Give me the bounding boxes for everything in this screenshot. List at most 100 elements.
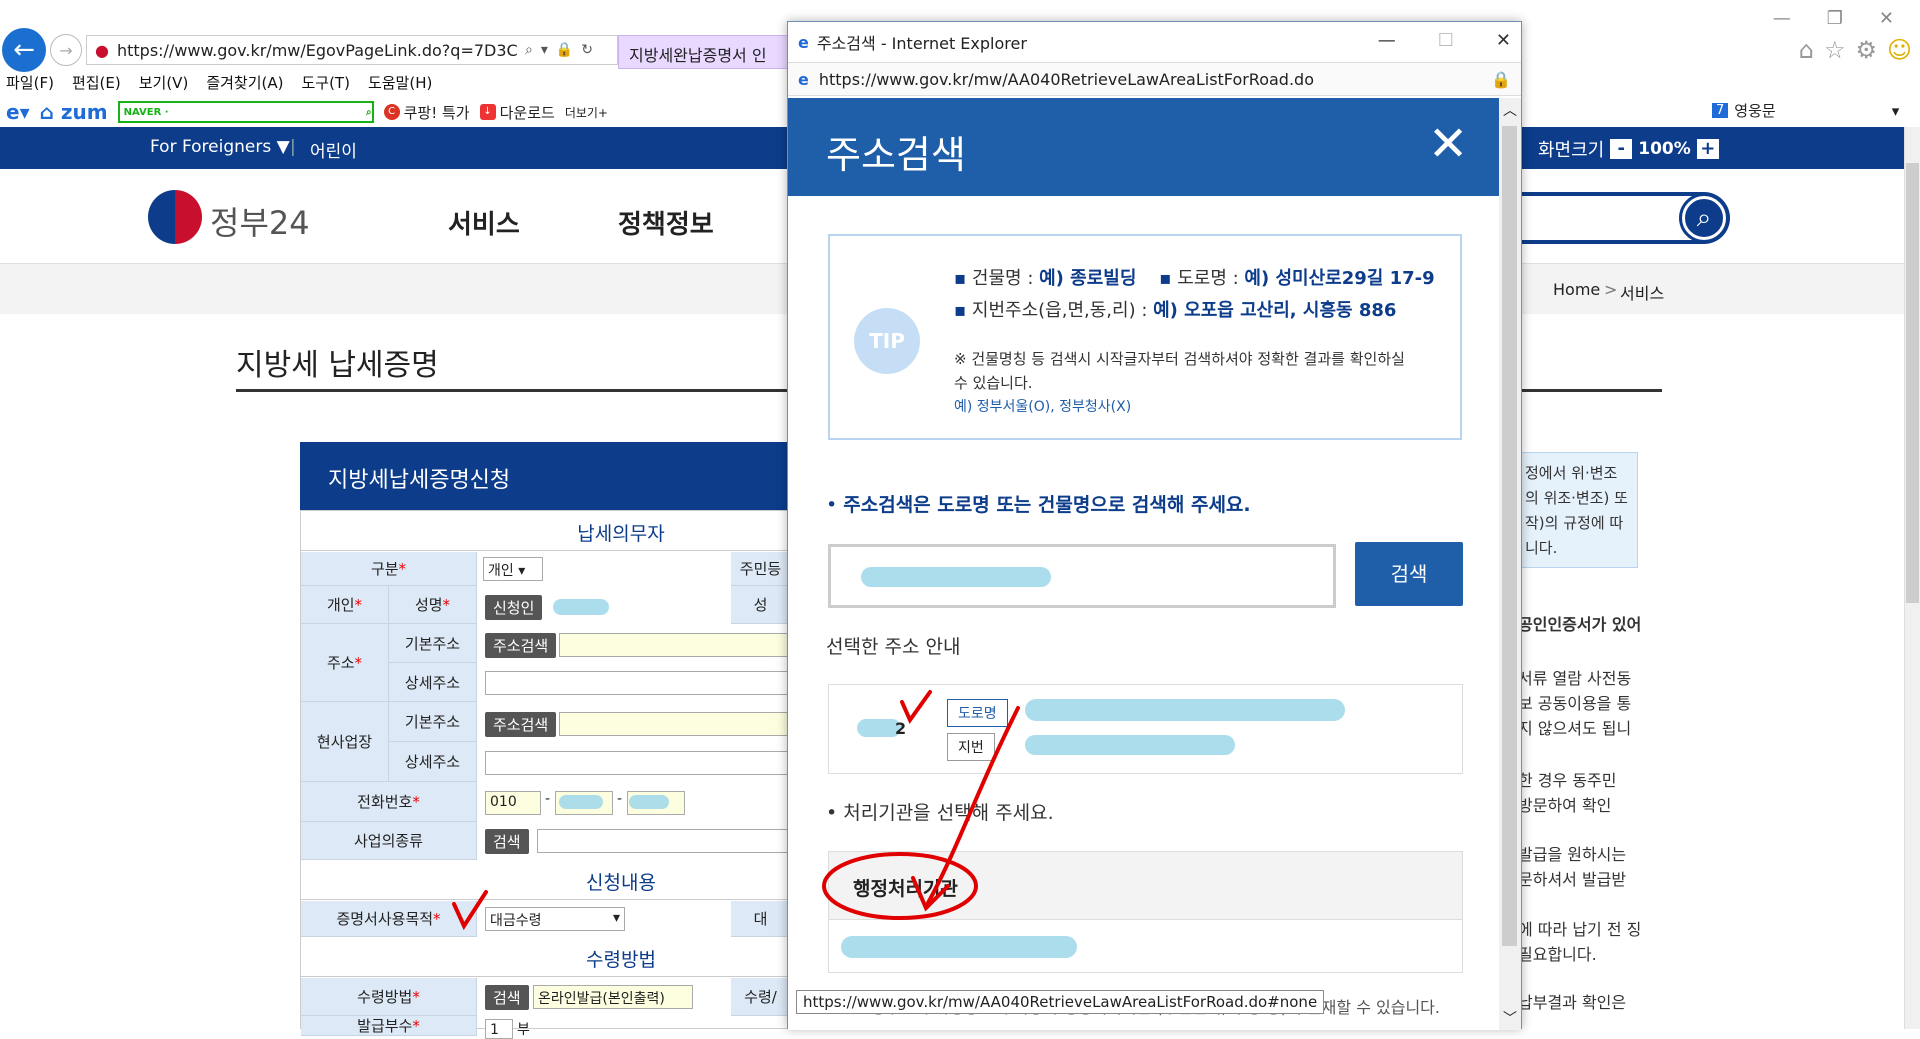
breadcrumb-home[interactable]: Home [1553,280,1600,299]
chevron-up-icon[interactable]: ︿ [1503,100,1517,120]
dropdown-icon[interactable]: ▾ [541,42,548,58]
fav-label: 쿠팡! 특가 [403,103,470,122]
business-search-button[interactable]: 검색 [485,829,529,854]
breadcrumb-current[interactable]: 서비스 [1620,280,1664,304]
tip-label: 지번주소(읍,면,동,리) : [971,300,1154,321]
workplace-address-search-button[interactable]: 주소검색 [485,712,557,737]
user-area[interactable]: 7 영웅문 ▾ [1712,100,1899,121]
gnb-services[interactable]: 서비스 [448,204,520,241]
fav-download[interactable]: ↓ 다운로드 [479,102,555,123]
gear-icon[interactable]: ⚙ [1855,36,1877,64]
workplace-basic-address-input[interactable] [559,712,791,736]
chevron-down-icon: ▾ [518,563,526,579]
info-line: 정에서 위·변조 [1525,464,1618,482]
refresh-icon[interactable]: ↻ [581,42,593,58]
menu-help[interactable]: 도움말(H) [368,72,432,94]
phone-part1-input[interactable]: 010 [485,791,541,815]
minimize-icon[interactable]: — [1773,8,1791,29]
fav-coupang[interactable]: C 쿠팡! 특가 [383,102,470,123]
method-search-button[interactable]: 검색 [485,985,529,1010]
naver-search-box[interactable]: NAVER · ⌕ [117,101,374,123]
zum-logo[interactable]: ⌂ zum [40,100,108,124]
address-bar[interactable]: ● https://www.gov.kr/mw/EgovPageLink.do?… [86,35,618,65]
menu-bar: 파일(F) 편집(E) 보기(V) 즐겨찾기(A) 도구(T) 도움말(H) [6,72,432,94]
page-scrollbar-thumb[interactable] [1906,163,1919,603]
search-icon[interactable]: ⌕ [366,107,372,118]
page-title: 지방세 납세증명 [236,348,439,383]
phone-dash: - [617,791,623,807]
label-method: 수령방법 * [301,978,477,1016]
business-input[interactable] [537,829,791,853]
forward-button[interactable]: → [50,34,82,66]
annotation-circle [822,852,978,920]
detail-address-input[interactable] [485,671,791,695]
label-name: 성명 * [389,586,477,624]
label-business: 사업의종류 [301,822,477,860]
applicant-button[interactable]: 신청인 [485,595,543,620]
tip-example: 예) 오포읍 고산리, 시흥동 886 [1153,300,1397,321]
chevron-down-icon[interactable]: ﹀ [1503,1008,1517,1028]
home-icon[interactable]: ⌂ [1799,36,1814,64]
label-type: 구분 * [301,552,477,586]
purpose-select[interactable]: 대금수령 ▾ [485,907,625,931]
right-text: 지 않으셔도 됩니 [1518,719,1632,738]
back-button[interactable]: ← [2,28,46,72]
label-text: 개인 [326,596,355,614]
chevron-down-icon[interactable]: ▾ [1892,102,1900,120]
label-text: 발급부수 [357,1017,413,1035]
menu-edit[interactable]: 편집(E) [72,72,121,94]
copies-input[interactable]: 1 [485,1019,513,1039]
fav-more[interactable]: 더보기+ [565,104,608,121]
minimize-icon[interactable]: — [1378,30,1396,51]
popup-content: 주소검색 ✕ TIP ▪ 건물명 : 예) 종로빌딩 ▪ 도로명 : 예) 성미… [788,98,1499,1030]
maximize-icon[interactable]: ☐ [1438,30,1454,51]
close-icon[interactable]: ✕ [1879,8,1894,29]
label-seong: 성 [731,586,791,624]
basic-address-input[interactable] [559,633,791,657]
chevron-down-icon: ▾ [612,910,620,926]
zoom-out-button[interactable]: - [1610,139,1633,159]
popup-scrollbar[interactable]: ︿ ﹀ [1499,98,1521,1030]
site-logo-text[interactable]: 정부24 [210,198,310,244]
for-foreigners-link[interactable]: For Foreigners ▼ [150,137,290,157]
zoom-in-button[interactable]: + [1696,139,1719,159]
ie-icon[interactable]: e▾ [6,100,30,124]
address-search-button[interactable]: 주소검색 [485,633,557,658]
popup-scrollbar-thumb[interactable] [1502,126,1517,946]
favorites-star-icon[interactable]: ☆ [1824,36,1846,64]
tip-example: 예) 종로빌딩 [1039,268,1137,289]
search-icon[interactable]: ⌕ [525,42,533,58]
popup-address-bar[interactable]: e https://www.gov.kr/mw/AA040RetrieveLaw… [788,62,1521,96]
method-input[interactable]: 온라인발급(본인출력) [533,985,693,1009]
smiley-icon[interactable]: ☺ [1887,36,1912,64]
restore-icon[interactable]: ❐ [1827,8,1843,29]
zoom-value: 100% [1638,139,1691,159]
browser-tab[interactable]: 지방세완납증명서 인 [618,35,788,69]
tab-title: 지방세완납증명서 인 [629,46,767,65]
menu-tools[interactable]: 도구(T) [301,72,349,94]
close-icon[interactable]: ✕ [1496,30,1511,51]
address-search-input[interactable] [828,544,1336,608]
popup-window-title: 주소검색 - Internet Explorer [816,34,1027,53]
page-scrollbar[interactable] [1904,127,1920,1029]
menu-favorites[interactable]: 즐겨찾기(A) [206,72,283,94]
tip-note: ※ 건물명칭 등 검색시 시작글자부터 검색하셔야 정확한 결과를 확인하실 [954,350,1405,368]
popup-window-controls: — ☐ ✕ [1378,30,1511,51]
site-search-button[interactable]: ⌕ [1682,196,1726,240]
tip-label: 건물명 : [971,268,1040,289]
gov-logo-icon[interactable] [148,190,202,244]
label-text: 증명서사용목적 [336,910,434,928]
type-select[interactable]: 개인 ▾ [483,557,543,581]
workplace-detail-address-input[interactable] [485,751,791,775]
redacted-agency[interactable] [841,936,1077,958]
address-search-button[interactable]: 검색 [1355,542,1463,606]
menu-file[interactable]: 파일(F) [6,72,54,94]
kids-link[interactable]: 어린이 [310,137,357,162]
label-text: 성명 [414,596,443,614]
select-value: 대금수령 [490,913,542,929]
address-url: https://www.gov.kr/mw/EgovPageLink.do?q=… [116,40,517,60]
menu-view[interactable]: 보기(V) [139,72,189,94]
popup-close-icon[interactable]: ✕ [1428,120,1468,168]
gnb-policy[interactable]: 정책정보 [618,204,714,241]
popup-url: https://www.gov.kr/mw/AA040RetrieveLawAr… [818,69,1314,89]
